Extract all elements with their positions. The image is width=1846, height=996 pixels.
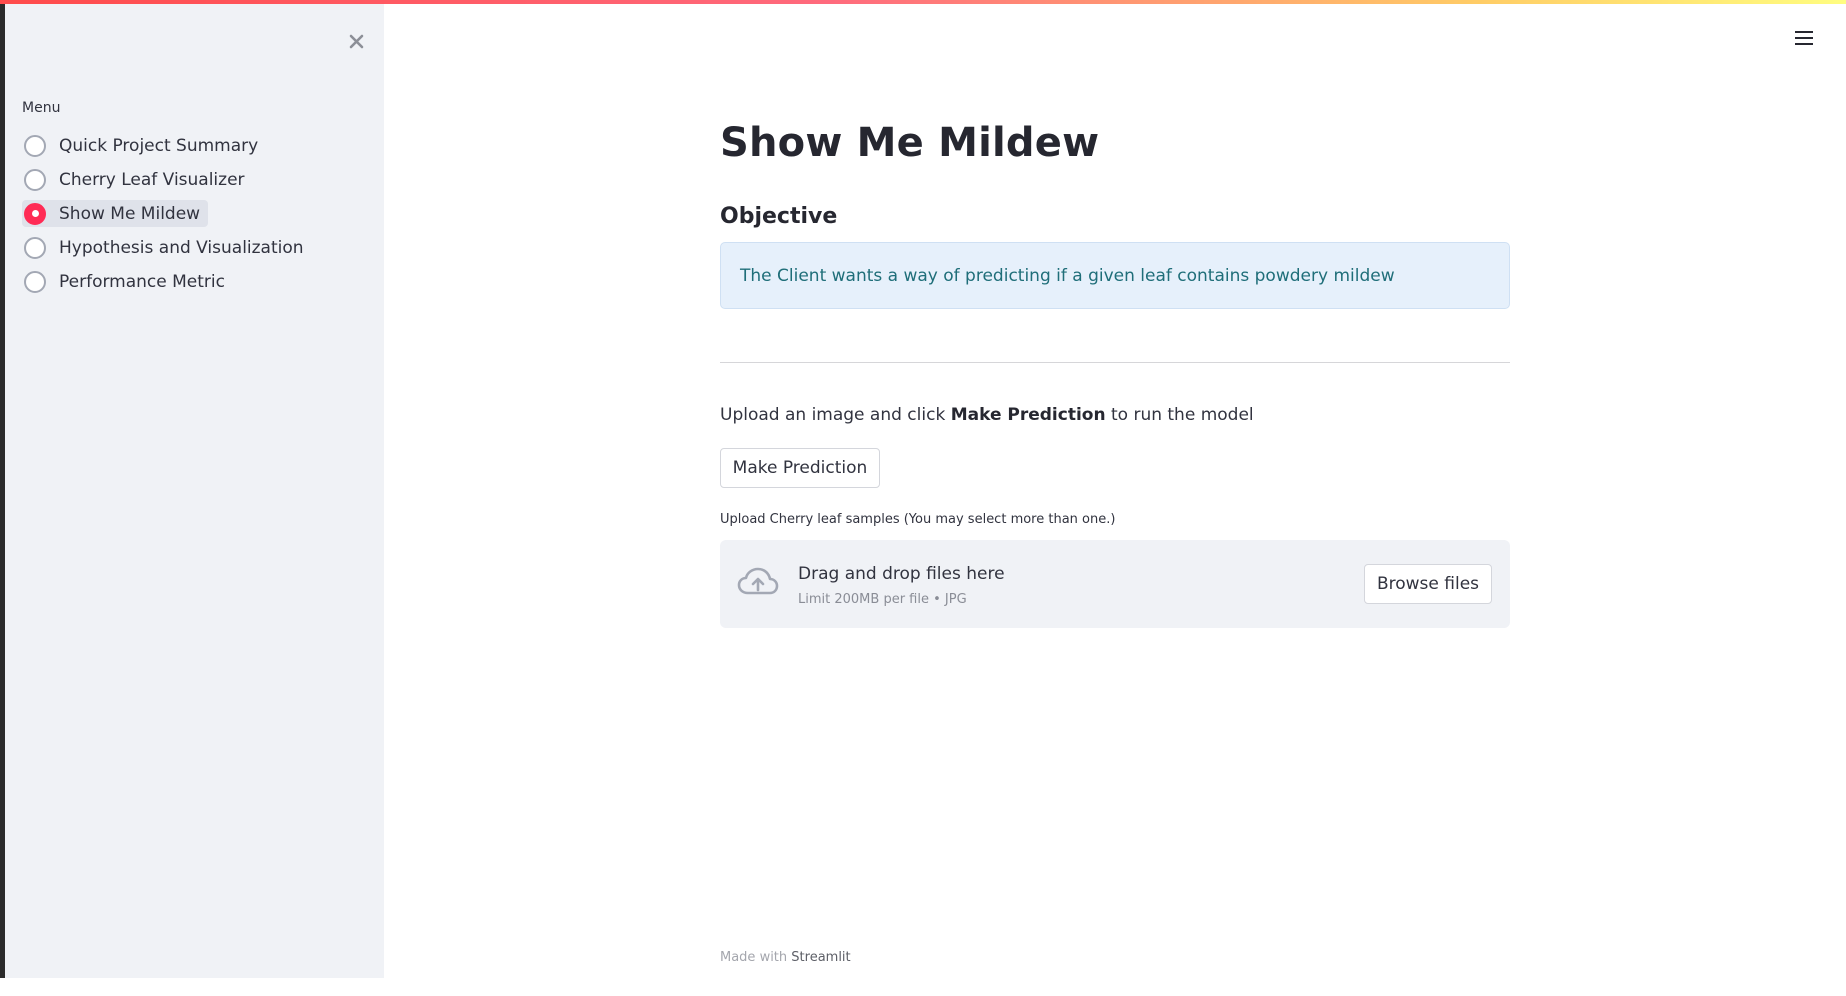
top-decoration-bar bbox=[0, 0, 1846, 4]
radio-label: Cherry Leaf Visualizer bbox=[59, 169, 245, 190]
close-sidebar-button[interactable] bbox=[337, 24, 375, 58]
window-edge-strip bbox=[0, 0, 5, 978]
radio-circle bbox=[24, 236, 46, 259]
radio-circle bbox=[24, 270, 46, 293]
main-menu-button[interactable] bbox=[1792, 26, 1816, 50]
file-dropzone[interactable]: Drag and drop files here Limit 200MB per… bbox=[720, 540, 1510, 628]
radio-dot bbox=[31, 210, 39, 217]
sidebar: Menu Quick Project Summary Cherry Leaf V… bbox=[5, 4, 384, 978]
cloud-upload-icon bbox=[737, 567, 779, 595]
objective-heading: Objective bbox=[720, 204, 838, 229]
streamlit-link[interactable]: Streamlit bbox=[791, 950, 850, 965]
dropzone-title: Drag and drop files here bbox=[798, 564, 1005, 584]
radio-option-cherry-leaf-visualizer[interactable]: Cherry Leaf Visualizer bbox=[22, 166, 253, 193]
radio-label: Performance Metric bbox=[59, 271, 225, 292]
radio-option-hypothesis-and-visualization[interactable]: Hypothesis and Visualization bbox=[22, 234, 312, 261]
radio-circle-selected bbox=[24, 202, 46, 225]
horizontal-divider bbox=[720, 362, 1510, 363]
file-uploader-label: Upload Cherry leaf samples (You may sele… bbox=[720, 512, 1116, 527]
browse-files-button[interactable]: Browse files bbox=[1364, 564, 1492, 604]
info-alert: The Client wants a way of predicting if … bbox=[720, 242, 1510, 309]
instruction-text-after: to run the model bbox=[1105, 405, 1254, 425]
make-prediction-button[interactable]: Make Prediction bbox=[720, 448, 880, 488]
page-title: Show Me Mildew bbox=[720, 120, 1100, 166]
upload-instruction: Upload an image and click Make Predictio… bbox=[720, 405, 1254, 425]
radio-option-show-me-mildew[interactable]: Show Me Mildew bbox=[22, 200, 209, 227]
sidebar-menu-label: Menu bbox=[22, 100, 61, 116]
radio-label: Hypothesis and Visualization bbox=[59, 237, 304, 258]
main-content: Show Me Mildew Objective The Client want… bbox=[720, 0, 1510, 996]
instruction-text-before: Upload an image and click bbox=[720, 405, 951, 425]
info-alert-text: The Client wants a way of predicting if … bbox=[740, 265, 1395, 286]
page-radio-group: Quick Project Summary Cherry Leaf Visual… bbox=[22, 132, 312, 295]
footer: Made with Streamlit bbox=[720, 950, 851, 965]
radio-circle bbox=[24, 168, 46, 191]
radio-label: Show Me Mildew bbox=[59, 203, 201, 224]
instruction-bold-text: Make Prediction bbox=[950, 405, 1106, 425]
close-icon bbox=[349, 34, 363, 48]
app-root: Menu Quick Project Summary Cherry Leaf V… bbox=[0, 0, 1846, 996]
footer-prefix: Made with bbox=[720, 950, 792, 965]
radio-option-performance-metric[interactable]: Performance Metric bbox=[22, 268, 233, 295]
radio-label: Quick Project Summary bbox=[59, 135, 259, 156]
radio-option-quick-project-summary[interactable]: Quick Project Summary bbox=[22, 132, 266, 159]
dropzone-limit-text: Limit 200MB per file • JPG bbox=[798, 592, 967, 607]
radio-circle bbox=[24, 134, 46, 157]
hamburger-menu-icon bbox=[1795, 31, 1813, 45]
